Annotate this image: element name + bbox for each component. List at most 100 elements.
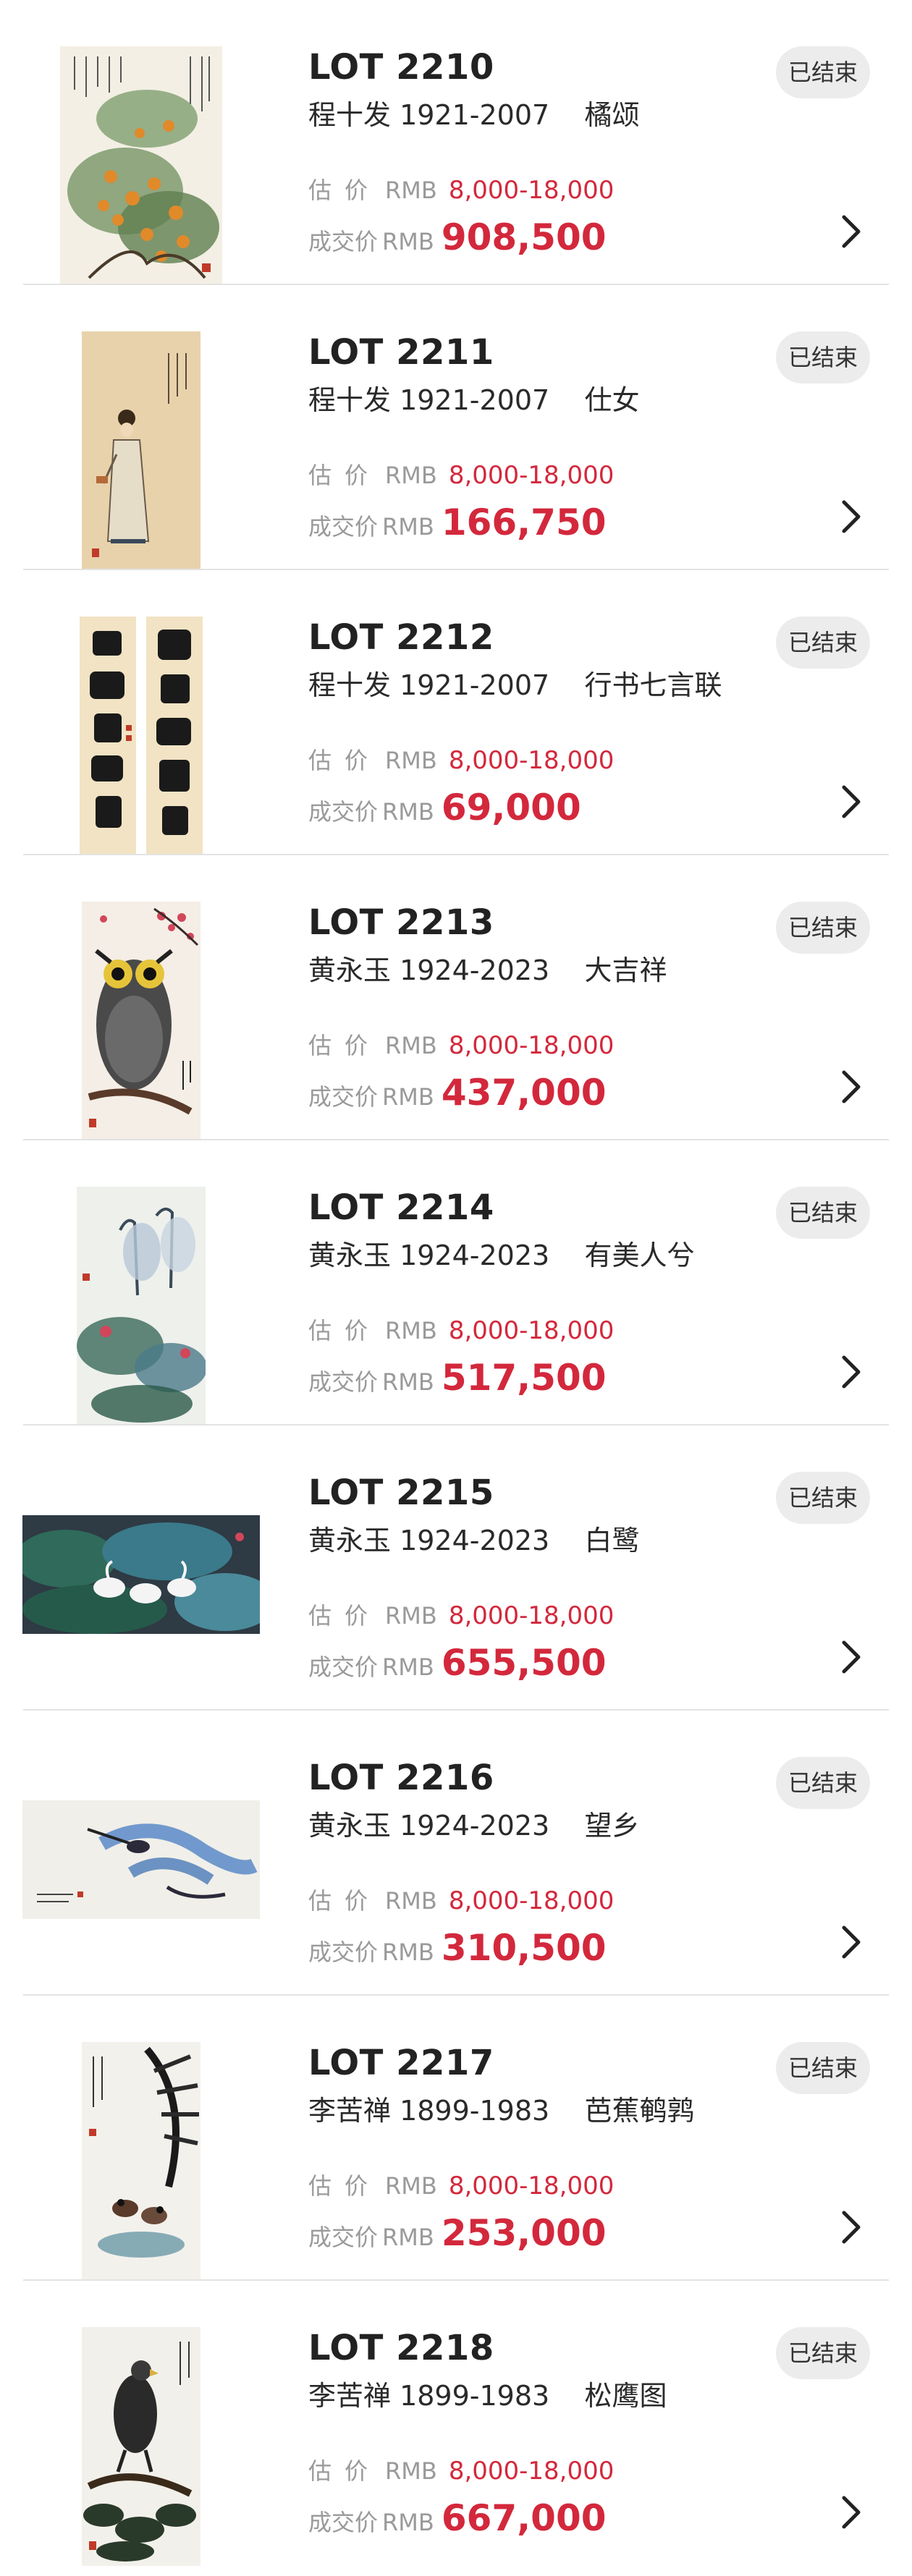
chevron-right-icon[interactable] <box>835 1920 867 1964</box>
status-badge: 已结束 <box>776 1472 870 1524</box>
chevron-right-icon[interactable] <box>835 1065 867 1109</box>
price-row: 成交价 RMB 437,000 <box>308 1069 607 1124</box>
estimate-currency: RMB <box>385 1032 437 1059</box>
status-badge: 已结束 <box>776 1757 870 1809</box>
hammer-price-value: 69,000 <box>441 787 581 829</box>
lot-title: 李苦禅 1899-1983 芭蕉鹌鹑 <box>308 2095 695 2127</box>
lot-title: 程十发 1921-2007 橘颂 <box>308 99 640 131</box>
price-currency: RMB <box>382 798 434 826</box>
estimate-value: 8,000-18,000 <box>448 1886 615 1915</box>
lot-item[interactable]: LOT 2211 程十发 1921-2007 仕女 估价 RMB 8,000-18,… <box>0 285 912 570</box>
hammer-price-value: 655,500 <box>441 1642 607 1684</box>
lot-title: 李苦禅 1899-1983 松鹰图 <box>308 2380 667 2412</box>
hammer-price-value: 908,500 <box>441 216 607 258</box>
hammer-price-label: 成交价 <box>308 798 379 826</box>
herons-lotus-painting <box>77 1187 206 1425</box>
lot-thumbnail[interactable] <box>0 2327 282 2566</box>
estimate-value: 8,000-18,000 <box>448 461 615 490</box>
lot-item[interactable]: LOT 2215 黄永玉 1924-2023 白鹭 估价 RMB 8,000-18,… <box>0 1425 912 1711</box>
lot-item[interactable]: LOT 2217 李苦禅 1899-1983 芭蕉鹌鹑 估价 RMB 8,000-1… <box>0 1996 912 2281</box>
chevron-right-icon[interactable] <box>835 2206 867 2249</box>
estimate-label: 估价 <box>308 177 381 204</box>
estimate-value: 8,000-18,000 <box>448 1601 615 1630</box>
hammer-price-value: 667,000 <box>441 2497 607 2539</box>
estimate-row: 估价 RMB 8,000-18,000 <box>308 2454 614 2492</box>
hammer-price-label: 成交价 <box>308 1653 379 1681</box>
estimate-currency: RMB <box>385 1602 437 1630</box>
egrets-painting <box>22 1515 260 1634</box>
lot-title: 黄永玉 1924-2023 望乡 <box>308 1810 640 1842</box>
status-badge: 已结束 <box>776 2327 870 2379</box>
lot-thumbnail[interactable] <box>0 1472 282 1711</box>
status-badge: 已结束 <box>776 617 870 669</box>
hammer-price-value: 253,000 <box>441 2212 607 2254</box>
status-badge: 已结束 <box>776 46 870 98</box>
estimate-row: 估价 RMB 8,000-18,000 <box>308 1029 614 1067</box>
lot-item[interactable]: LOT 2216 黄永玉 1924-2023 望乡 估价 RMB 8,000-18,… <box>0 1711 912 1996</box>
lot-title: 程十发 1921-2007 仕女 <box>308 384 640 416</box>
hammer-price-label: 成交价 <box>308 1083 379 1111</box>
lot-item[interactable]: LOT 2214 黄永玉 1924-2023 有美人兮 估价 RMB 8,000-1… <box>0 1140 912 1425</box>
banana-quail-painting <box>82 2042 200 2281</box>
price-currency: RMB <box>382 228 434 255</box>
estimate-value: 8,000-18,000 <box>448 1316 615 1345</box>
chevron-right-icon[interactable] <box>835 1635 867 1679</box>
status-badge: 已结束 <box>776 1187 870 1239</box>
lot-item[interactable]: LOT 2213 黄永玉 1924-2023 大吉祥 估价 RMB 8,000-18… <box>0 855 912 1140</box>
estimate-currency: RMB <box>385 2457 437 2485</box>
estimate-value: 8,000-18,000 <box>448 746 615 775</box>
chevron-right-icon[interactable] <box>835 2491 867 2534</box>
price-currency: RMB <box>382 513 434 541</box>
chevron-right-icon[interactable] <box>835 1350 867 1394</box>
hammer-price-label: 成交价 <box>308 1939 379 1966</box>
lot-item[interactable]: LOT 2210 程十发 1921-2007 橘颂 估价 RMB 8,000-18,… <box>0 0 912 285</box>
lot-item[interactable]: LOT 2212 程十发 1921-2007 行书七言联 估价 RMB 8,000-… <box>0 570 912 855</box>
estimate-row: 估价 RMB 8,000-18,000 <box>308 459 614 496</box>
lot-number: LOT 2215 <box>308 1473 494 1513</box>
lot-number: LOT 2213 <box>308 902 494 943</box>
eagle-pine-painting <box>82 2327 200 2566</box>
estimate-row: 估价 RMB 8,000-18,000 <box>308 1599 614 1637</box>
estimate-value: 8,000-18,000 <box>448 2172 615 2200</box>
status-badge: 已结束 <box>776 2042 870 2094</box>
status-badge: 已结束 <box>776 902 870 954</box>
price-row: 成交价 RMB 517,500 <box>308 1355 607 1410</box>
lot-title: 黄永玉 1924-2023 有美人兮 <box>308 1240 695 1271</box>
price-currency: RMB <box>382 2224 434 2251</box>
estimate-label: 估价 <box>308 2457 381 2485</box>
hammer-price-value: 166,750 <box>441 501 607 543</box>
lot-thumbnail[interactable] <box>0 331 282 570</box>
lot-thumbnail[interactable] <box>0 902 282 1140</box>
chevron-right-icon[interactable] <box>835 780 867 823</box>
price-row: 成交价 RMB 655,500 <box>308 1640 607 1695</box>
price-row: 成交价 RMB 166,750 <box>308 499 607 554</box>
price-currency: RMB <box>382 1368 434 1396</box>
estimate-value: 8,000-18,000 <box>448 1031 615 1060</box>
lot-thumbnail[interactable] <box>0 617 282 855</box>
estimate-row: 估价 RMB 8,000-18,000 <box>308 174 614 211</box>
hammer-price-label: 成交价 <box>308 2224 379 2251</box>
lot-item[interactable]: LOT 2218 李苦禅 1899-1983 松鹰图 估价 RMB 8,000-18… <box>0 2281 912 2566</box>
chevron-right-icon[interactable] <box>835 210 867 253</box>
lot-thumbnail[interactable] <box>0 2042 282 2281</box>
estimate-label: 估价 <box>308 1602 381 1630</box>
estimate-value: 8,000-18,000 <box>448 176 615 205</box>
lot-thumbnail[interactable] <box>0 1757 282 1996</box>
lady-figure-painting <box>82 331 200 570</box>
lot-title: 黄永玉 1924-2023 大吉祥 <box>308 954 667 986</box>
lot-thumbnail[interactable] <box>0 46 282 285</box>
estimate-label: 估价 <box>308 2172 381 2200</box>
lot-number: LOT 2218 <box>308 2328 494 2368</box>
lot-list: LOT 2210 程十发 1921-2007 橘颂 估价 RMB 8,000-18,… <box>0 0 912 2566</box>
lot-number: LOT 2212 <box>308 617 494 658</box>
heron-blue-painting <box>22 1800 260 1919</box>
lot-thumbnail[interactable] <box>0 1187 282 1425</box>
estimate-row: 估价 RMB 8,000-18,000 <box>308 2169 614 2207</box>
estimate-row: 估价 RMB 8,000-18,000 <box>308 1884 614 1922</box>
price-row: 成交价 RMB 69,000 <box>308 784 581 839</box>
hammer-price-label: 成交价 <box>308 2509 379 2536</box>
hammer-price-value: 437,000 <box>441 1072 607 1114</box>
chevron-right-icon[interactable] <box>835 495 867 538</box>
price-row: 成交价 RMB 310,500 <box>308 1925 607 1980</box>
price-currency: RMB <box>382 1653 434 1681</box>
